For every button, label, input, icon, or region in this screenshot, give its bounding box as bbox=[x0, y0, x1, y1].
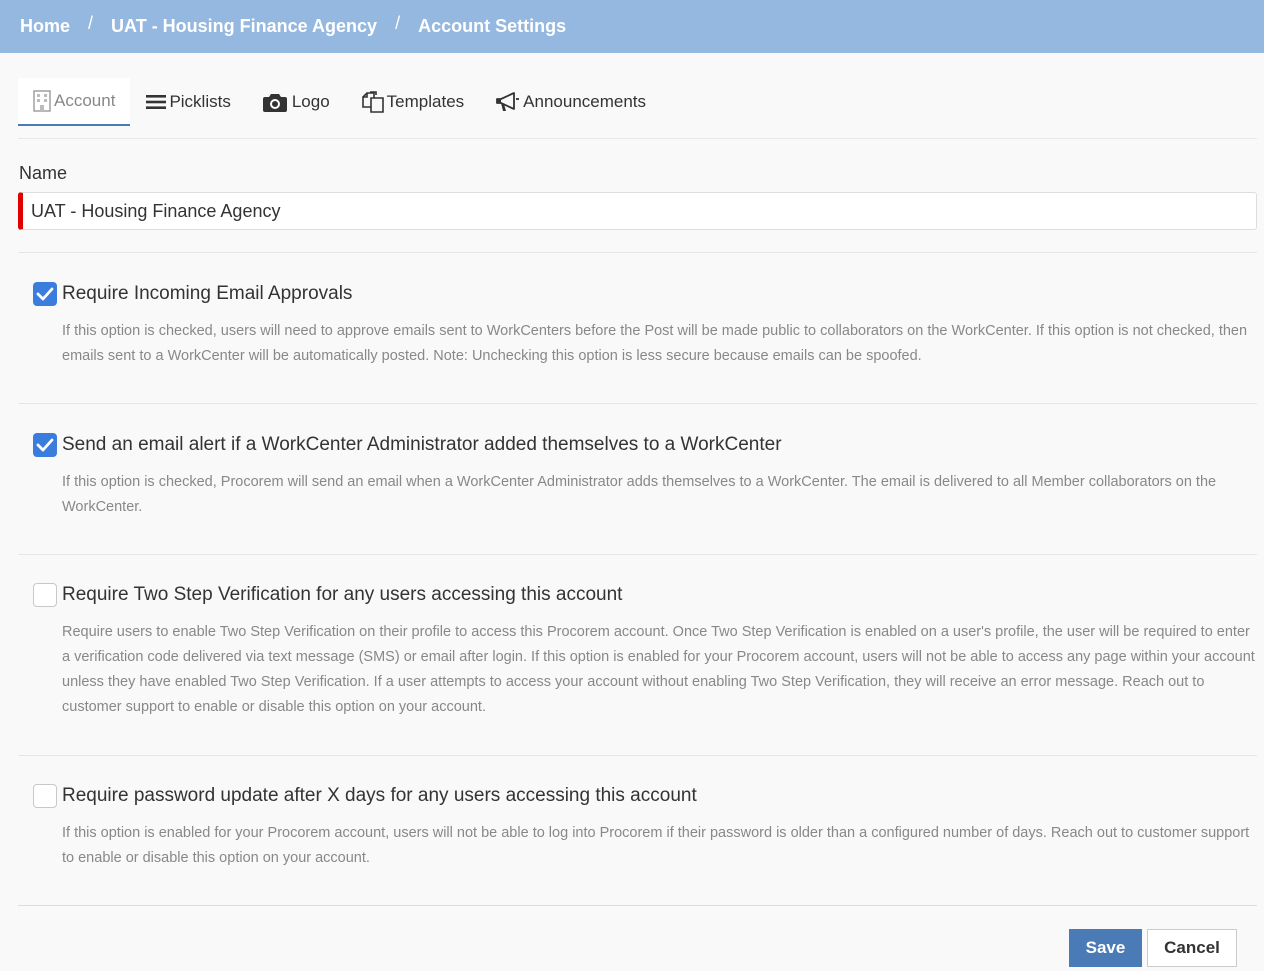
footer-divider bbox=[18, 905, 1257, 906]
copy-icon bbox=[361, 91, 384, 113]
tab-picklists[interactable]: Picklists bbox=[130, 78, 246, 126]
password-update-checkbox[interactable] bbox=[33, 784, 57, 808]
tab-templates[interactable]: Templates bbox=[346, 78, 480, 126]
section-divider bbox=[18, 252, 1257, 253]
option-require-email-approvals: Require Incoming Email Approvals If this… bbox=[33, 281, 1259, 369]
section-divider bbox=[18, 755, 1257, 756]
building-icon bbox=[33, 90, 51, 112]
breadcrumb-home-link[interactable]: Home bbox=[20, 16, 70, 37]
tab-announcements-label: Announcements bbox=[523, 92, 647, 111]
tab-templates-label: Templates bbox=[386, 92, 465, 111]
admin-self-add-alert-checkbox[interactable] bbox=[33, 433, 57, 457]
option-password-update: Require password update after X days for… bbox=[33, 783, 1259, 871]
option-title: Send an email alert if a WorkCenter Admi… bbox=[62, 434, 782, 455]
option-title: Require password update after X days for… bbox=[62, 785, 697, 806]
tab-logo[interactable]: Logo bbox=[247, 78, 346, 126]
cancel-button[interactable]: Cancel bbox=[1147, 929, 1237, 967]
tab-account[interactable]: Account bbox=[18, 78, 131, 126]
settings-tabs: Account Picklists Logo Templates Announc… bbox=[18, 78, 662, 126]
option-title: Require Two Step Verification for any us… bbox=[62, 584, 623, 605]
name-label: Name bbox=[19, 163, 68, 183]
checkmark-icon bbox=[36, 287, 54, 301]
option-description: Require users to enable Two Step Verific… bbox=[62, 624, 1255, 715]
tab-logo-label: Logo bbox=[291, 92, 330, 111]
breadcrumb-current-page: Account Settings bbox=[418, 16, 567, 36]
tab-account-label: Account bbox=[54, 91, 116, 110]
option-description: If this option is enabled for your Proco… bbox=[62, 825, 1250, 866]
option-description: If this option is checked, users will ne… bbox=[62, 323, 1248, 364]
breadcrumb-separator: / bbox=[88, 13, 94, 33]
checkmark-icon bbox=[36, 438, 54, 452]
option-description: If this option is checked, Procorem will… bbox=[62, 474, 1217, 515]
tab-announcements[interactable]: Announcements bbox=[480, 78, 662, 126]
breadcrumb-agency-link[interactable]: UAT - Housing Finance Agency bbox=[111, 16, 377, 37]
section-divider bbox=[18, 554, 1257, 555]
option-admin-self-add-alert: Send an email alert if a WorkCenter Admi… bbox=[33, 432, 1259, 520]
two-step-verification-checkbox[interactable] bbox=[33, 583, 57, 607]
option-title: Require Incoming Email Approvals bbox=[62, 283, 353, 304]
camera-icon bbox=[262, 92, 287, 112]
tab-divider bbox=[18, 138, 1257, 139]
option-two-step-verification: Require Two Step Verification for any us… bbox=[33, 582, 1259, 720]
tab-picklists-label: Picklists bbox=[169, 92, 231, 111]
section-divider bbox=[18, 403, 1257, 404]
require-email-approvals-checkbox[interactable] bbox=[33, 282, 57, 306]
breadcrumb-separator: / bbox=[395, 13, 401, 33]
name-input[interactable] bbox=[18, 192, 1257, 230]
bullhorn-icon bbox=[496, 92, 520, 112]
save-button[interactable]: Save bbox=[1069, 929, 1142, 967]
breadcrumb: Home / UAT - Housing Finance Agency / Ac… bbox=[0, 0, 1264, 53]
list-icon bbox=[146, 94, 167, 110]
